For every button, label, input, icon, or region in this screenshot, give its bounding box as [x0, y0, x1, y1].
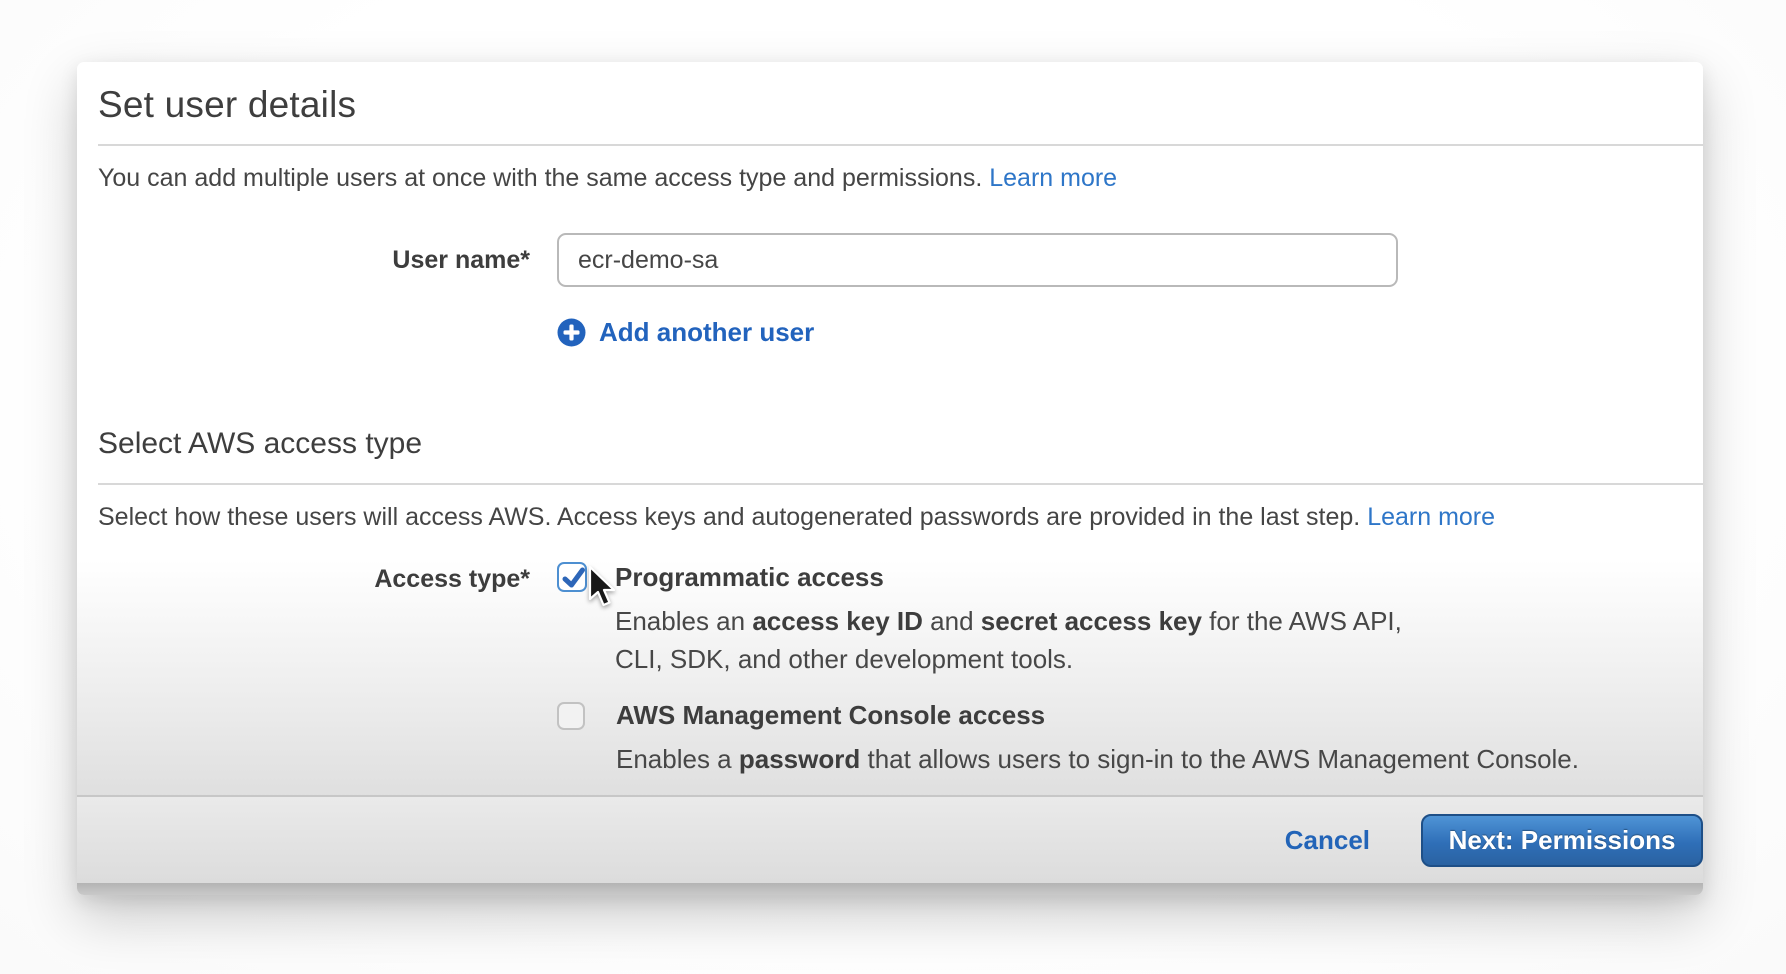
- desc-bold: access key ID: [752, 606, 923, 636]
- access-type-heading: Select AWS access type: [98, 352, 1679, 463]
- add-another-user-label: Add another user: [599, 317, 814, 348]
- access-type-divider: [98, 483, 1703, 485]
- plus-circle-icon: [557, 318, 586, 347]
- programmatic-access-text: Programmatic access Enables an access ke…: [615, 562, 1425, 678]
- console-access-desc: Enables a password that allows users to …: [616, 740, 1579, 778]
- programmatic-access-title: Programmatic access: [615, 562, 1425, 592]
- desc-bold: password: [739, 744, 860, 774]
- programmatic-access-desc: Enables an access key ID and secret acce…: [615, 602, 1425, 678]
- add-another-user[interactable]: Add another user: [557, 317, 1679, 348]
- user-name-label: User name*: [98, 246, 530, 275]
- mouse-pointer-icon: [588, 566, 618, 608]
- user-name-row: User name*: [98, 233, 1679, 287]
- cancel-button[interactable]: Cancel: [1285, 825, 1370, 856]
- title-divider: [98, 144, 1703, 146]
- page-background: Set user details You can add multiple us…: [0, 0, 1786, 974]
- desc-text: Enables a: [616, 744, 739, 774]
- checkmark-icon: [560, 564, 588, 592]
- programmatic-access-checkbox[interactable]: [557, 562, 587, 592]
- user-details-description: You can add multiple users at once with …: [98, 164, 1679, 193]
- learn-more-link-users[interactable]: Learn more: [989, 164, 1117, 192]
- panel-bottom-edge: [77, 883, 1703, 895]
- wizard-footer: Cancel Next: Permissions: [77, 795, 1703, 883]
- console-access-title: AWS Management Console access: [616, 700, 1579, 730]
- page-title: Set user details: [98, 62, 1679, 128]
- access-type-label: Access type*: [98, 562, 530, 594]
- console-access-row: AWS Management Console access Enables a …: [557, 700, 1679, 778]
- access-type-section: Select AWS access type Select how these …: [77, 352, 1703, 804]
- desc-text: Enables an: [615, 606, 752, 636]
- access-type-description: Select how these users will access AWS. …: [98, 503, 1679, 532]
- programmatic-access-row: Access type* Programmatic access Enables…: [98, 562, 1679, 678]
- user-details-description-text: You can add multiple users at once with …: [98, 164, 982, 192]
- desc-bold: secret access key: [981, 606, 1202, 636]
- next-permissions-button[interactable]: Next: Permissions: [1421, 814, 1703, 867]
- console-access-text: AWS Management Console access Enables a …: [616, 700, 1579, 778]
- console-access-checkbox[interactable]: [557, 702, 585, 730]
- add-user-panel: Set user details You can add multiple us…: [77, 62, 1703, 895]
- user-details-section: Set user details You can add multiple us…: [77, 62, 1703, 348]
- user-name-input[interactable]: [557, 233, 1398, 287]
- learn-more-link-access[interactable]: Learn more: [1367, 503, 1495, 531]
- desc-text: that allows users to sign-in to the AWS …: [860, 744, 1579, 774]
- desc-text: and: [923, 606, 981, 636]
- access-type-description-text: Select how these users will access AWS. …: [98, 503, 1360, 531]
